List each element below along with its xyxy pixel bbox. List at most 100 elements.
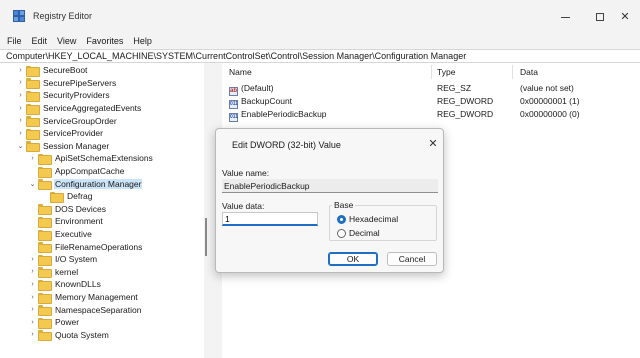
chevron-right-icon[interactable]: › [29, 152, 36, 164]
value-name-field: EnablePeriodicBackup [222, 179, 438, 193]
folder-icon [50, 191, 64, 203]
tree-item[interactable]: › NamespaceSeparation [29, 303, 142, 317]
column-divider[interactable] [512, 65, 513, 79]
column-header-name[interactable]: Name [229, 67, 252, 77]
tree-item-label: Quota System [55, 329, 109, 340]
maximize-button[interactable] [587, 7, 613, 27]
chevron-right-icon[interactable]: › [17, 127, 24, 139]
radio-label: Decimal [349, 228, 380, 238]
folder-icon [38, 292, 52, 304]
tree-item-label: Session Manager [43, 140, 110, 151]
value-name: EnablePeriodicBackup [241, 109, 327, 119]
tree-item-label: Executive [55, 229, 92, 240]
chevron-down-icon[interactable]: ⌄ [17, 140, 24, 152]
tree-item-label: ServiceAggregatedEvents [43, 103, 142, 114]
tree-item[interactable]: Executive [29, 228, 93, 241]
folder-icon [38, 267, 52, 279]
address-bar[interactable]: Computer\HKEY_LOCAL_MACHINE\SYSTEM\Curre… [0, 49, 640, 63]
value-name-label: Value name: [222, 168, 270, 178]
tree-item[interactable]: › kernel [29, 266, 79, 279]
tree-item[interactable]: Environment [29, 215, 104, 228]
chevron-right-icon[interactable]: › [29, 304, 36, 316]
chevron-right-icon[interactable]: › [29, 316, 36, 328]
dialog-close-button[interactable]: ✕ [426, 137, 440, 151]
menu-file[interactable]: File [7, 34, 22, 48]
value-row[interactable]: 011 BackupCount REG_DWORD 0x00000001 (1) [222, 95, 640, 109]
chevron-right-icon[interactable]: › [29, 253, 36, 265]
tree-item-label: Environment [55, 216, 103, 227]
folder-icon [38, 166, 52, 178]
tree-item-label: Memory Management [55, 292, 138, 303]
tree-item-label: Defrag [67, 191, 93, 202]
chevron-right-icon[interactable]: › [17, 102, 24, 114]
tree-item[interactable]: › Power [29, 316, 80, 329]
minimize-button[interactable] [552, 7, 578, 27]
tree-item[interactable]: › SecurityProviders [17, 89, 111, 102]
menu-favorites[interactable]: Favorites [86, 34, 123, 48]
base-label: Base [332, 200, 356, 210]
tree-item[interactable]: › ServiceAggregatedEvents [17, 102, 142, 115]
tree-item[interactable]: › ServiceGroupOrder [17, 114, 118, 128]
cancel-button[interactable]: Cancel [387, 252, 437, 266]
chevron-right-icon[interactable]: › [29, 291, 36, 303]
value-type: REG_SZ [437, 83, 472, 93]
tree-item[interactable]: › Memory Management [29, 291, 139, 304]
menu-edit[interactable]: Edit [32, 34, 48, 48]
tree-item-selected[interactable]: ⌄ Configuration Manager [29, 177, 143, 191]
value-type: REG_DWORD [437, 96, 494, 106]
chevron-right-icon[interactable]: › [17, 77, 24, 89]
tree-scrollbar-track[interactable] [201, 63, 204, 358]
tree-item-label: kernel [55, 266, 79, 277]
tree-item[interactable]: AppCompatCache [29, 165, 125, 178]
tree-item[interactable]: FileRenameOperations [29, 240, 143, 254]
tree-item[interactable]: › I/O System [29, 253, 98, 266]
value-name: (Default) [241, 83, 274, 93]
tree-item-label: Configuration Manager [54, 178, 143, 189]
radio-unselected-icon [337, 228, 346, 238]
menu-view[interactable]: View [57, 34, 76, 48]
folder-icon [26, 78, 40, 90]
folder-icon [38, 305, 52, 317]
column-header-data[interactable]: Data [520, 67, 538, 77]
close-window-button[interactable]: ✕ [612, 7, 638, 27]
menu-help[interactable]: Help [133, 34, 152, 48]
tree-item[interactable]: › ApiSetSchemaExtensions [29, 152, 154, 165]
tree-item[interactable]: › KnownDLLs [29, 278, 102, 291]
chevron-down-icon[interactable]: ⌄ [29, 178, 36, 190]
tree-item[interactable]: › SecurePipeServers [17, 77, 117, 90]
folder-icon [38, 242, 52, 254]
registry-editor-icon [13, 10, 25, 22]
tree-item[interactable]: › ServiceProvider [17, 127, 104, 140]
tree-item[interactable]: › Quota System [29, 329, 110, 342]
tree-item[interactable]: DOS Devices [29, 203, 107, 216]
chevron-right-icon[interactable]: › [17, 115, 24, 127]
chevron-right-icon[interactable]: › [29, 329, 36, 341]
tree-item[interactable]: ⌄ Session Manager [17, 140, 110, 153]
tree-item-label: SecureBoot [43, 65, 88, 76]
column-header-type[interactable]: Type [437, 67, 455, 77]
tree-item-label: I/O System [55, 254, 98, 265]
close-icon: ✕ [620, 10, 630, 23]
tree-scrollbar-thumb[interactable] [205, 218, 207, 256]
chevron-right-icon[interactable]: › [29, 266, 36, 278]
folder-icon [38, 317, 52, 329]
chevron-right-icon[interactable]: › [29, 278, 36, 290]
radio-label: Hexadecimal [349, 214, 399, 224]
tree-item-label: SecurePipeServers [43, 77, 117, 88]
folder-icon [38, 216, 52, 228]
radio-hexadecimal[interactable]: Hexadecimal [337, 214, 398, 224]
radio-decimal[interactable]: Decimal [337, 228, 380, 238]
chevron-right-icon[interactable]: › [17, 89, 24, 101]
folder-icon [26, 90, 40, 102]
column-divider[interactable] [431, 65, 432, 79]
tree-item[interactable]: Defrag [41, 190, 94, 203]
tree-item[interactable]: › SecureBoot [17, 64, 88, 77]
value-data-input[interactable] [222, 212, 318, 226]
value-row[interactable]: ab (Default) REG_SZ (value not set) [222, 82, 640, 96]
value-row[interactable]: 011 EnablePeriodicBackup REG_DWORD 0x0000… [222, 108, 640, 122]
tree-item-label: ApiSetSchemaExtensions [55, 153, 153, 164]
value-data: (value not set) [520, 83, 574, 93]
tree-item-label: ServiceProvider [43, 128, 103, 139]
ok-button[interactable]: OK [328, 252, 378, 266]
chevron-right-icon[interactable]: › [17, 64, 24, 76]
